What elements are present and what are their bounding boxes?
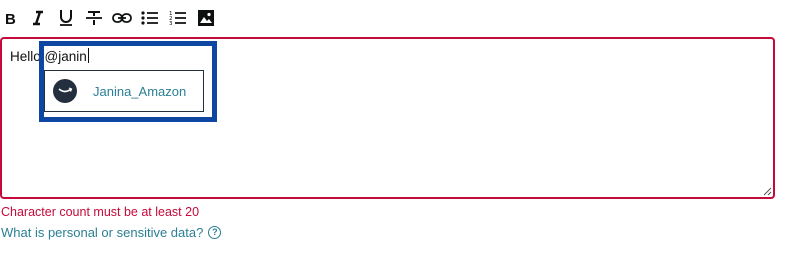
- italic-icon: [33, 10, 43, 26]
- formatting-toolbar: B 123: [0, 6, 230, 32]
- character-count-error: Character count must be at least 20: [1, 205, 200, 219]
- bold-button[interactable]: B: [0, 6, 23, 30]
- numbered-list-button[interactable]: 123: [166, 6, 190, 30]
- underline-button[interactable]: [54, 6, 78, 30]
- strikethrough-button[interactable]: [82, 6, 106, 30]
- italic-button[interactable]: [26, 6, 50, 30]
- resize-handle-icon[interactable]: [762, 186, 772, 196]
- avatar: [53, 79, 77, 103]
- image-icon: [198, 10, 214, 26]
- bulleted-list-button[interactable]: [138, 6, 162, 30]
- insert-image-button[interactable]: [194, 6, 218, 30]
- mention-username: Janina_Amazon: [93, 83, 187, 99]
- question-circle-icon: ?: [208, 226, 222, 239]
- amazon-smile-icon: [58, 87, 73, 93]
- bulleted-list-icon: [141, 11, 158, 25]
- link-icon: [112, 13, 132, 23]
- help-link-label: What is personal or sensitive data?: [1, 225, 204, 240]
- sensitive-data-help-link[interactable]: What is personal or sensitive data? ?: [1, 225, 222, 240]
- strikethrough-icon: [86, 11, 102, 25]
- numbered-list-icon: 123: [169, 11, 186, 26]
- bold-icon: B: [5, 11, 16, 26]
- svg-text:B: B: [5, 11, 16, 26]
- svg-text:3: 3: [169, 21, 173, 26]
- underline-icon: [60, 10, 72, 26]
- mention-suggestion-option[interactable]: Janina_Amazon: [44, 70, 204, 112]
- link-button[interactable]: [110, 6, 134, 30]
